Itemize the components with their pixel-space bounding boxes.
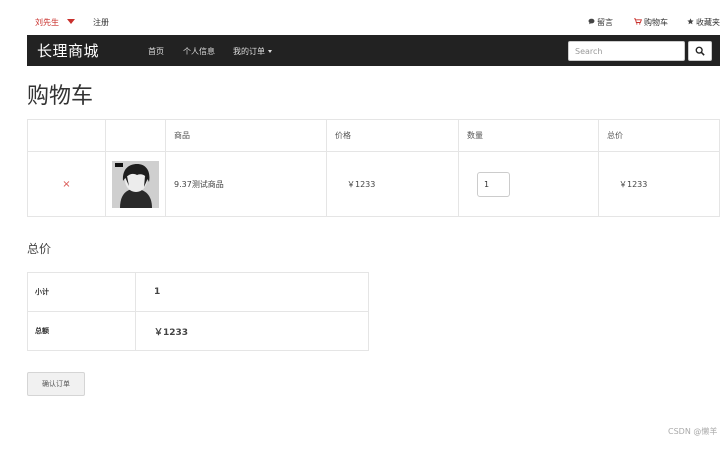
confirm-order-button[interactable]: 确认订单 (27, 372, 85, 396)
row-total: ￥1233 (598, 151, 720, 217)
caret-down-icon (268, 50, 272, 53)
header-total: 总价 (598, 119, 720, 152)
search-input[interactable] (568, 41, 685, 61)
header-thumbnail (105, 119, 166, 152)
subtotal-row: 小计 1 (27, 272, 369, 312)
product-price: ￥1233 (326, 151, 459, 217)
brand-logo[interactable]: 长理商城 (37, 40, 99, 61)
messages-label: 留言 (597, 18, 613, 27)
table-row: × 9.37测试商品 ￥1233 ￥12 (27, 151, 720, 217)
search-button[interactable] (688, 41, 712, 61)
subtotal-label: 小计 (27, 272, 136, 312)
cart-label: 购物车 (644, 18, 668, 27)
header-price: 价格 (326, 119, 459, 152)
top-utility-bar: 刘先生 注册 留言 购物车 收藏夹 (0, 0, 720, 35)
comment-icon (588, 18, 595, 27)
quantity-cell (458, 151, 599, 217)
favorites-link[interactable]: 收藏夹 (687, 17, 720, 28)
thumbnail-cell (105, 151, 166, 217)
cart-table: 商品 价格 数量 总价 × 9.37测试商品 ￥1233 1 ￥1233 (27, 119, 720, 217)
subtotal-value: 1 (135, 272, 369, 312)
remove-cell: × (27, 151, 106, 217)
cart-link[interactable]: 购物车 (634, 17, 668, 28)
total-label: 总额 (27, 311, 136, 351)
caret-down-icon[interactable] (67, 19, 75, 24)
user-menu-link[interactable]: 刘先生 (35, 17, 59, 28)
total-value: ￥1233 (135, 311, 369, 351)
shopping-cart-icon (634, 18, 643, 27)
quantity-input[interactable] (477, 171, 510, 197)
remove-item-icon[interactable]: × (28, 179, 105, 190)
messages-link[interactable]: 留言 (588, 17, 613, 28)
search-icon (695, 46, 705, 56)
nav-profile[interactable]: 个人信息 (183, 46, 215, 57)
register-link[interactable]: 注册 (93, 17, 109, 28)
nav-home[interactable]: 首页 (148, 46, 164, 57)
nav-my-orders-label: 我的订单 (233, 47, 265, 56)
totals-table: 小计 1 总额 ￥1233 (27, 272, 369, 351)
product-thumbnail[interactable] (112, 160, 159, 208)
product-name[interactable]: 9.37测试商品 (165, 151, 327, 217)
header-product: 商品 (165, 119, 327, 152)
cart-table-header-row: 商品 价格 数量 总价 (27, 119, 720, 152)
header-quantity: 数量 (458, 119, 599, 152)
nav-my-orders[interactable]: 我的订单 (233, 46, 272, 57)
header-remove (27, 119, 106, 152)
totals-title: 总价 (27, 242, 52, 256)
main-navbar: 长理商城 首页 个人信息 我的订单 (27, 35, 720, 66)
favorites-label: 收藏夹 (696, 18, 720, 27)
watermark: CSDN @懒羊 (668, 427, 718, 436)
page-title: 购物车 (27, 84, 94, 109)
total-row: 总额 ￥1233 (27, 311, 369, 351)
star-icon (687, 18, 694, 27)
